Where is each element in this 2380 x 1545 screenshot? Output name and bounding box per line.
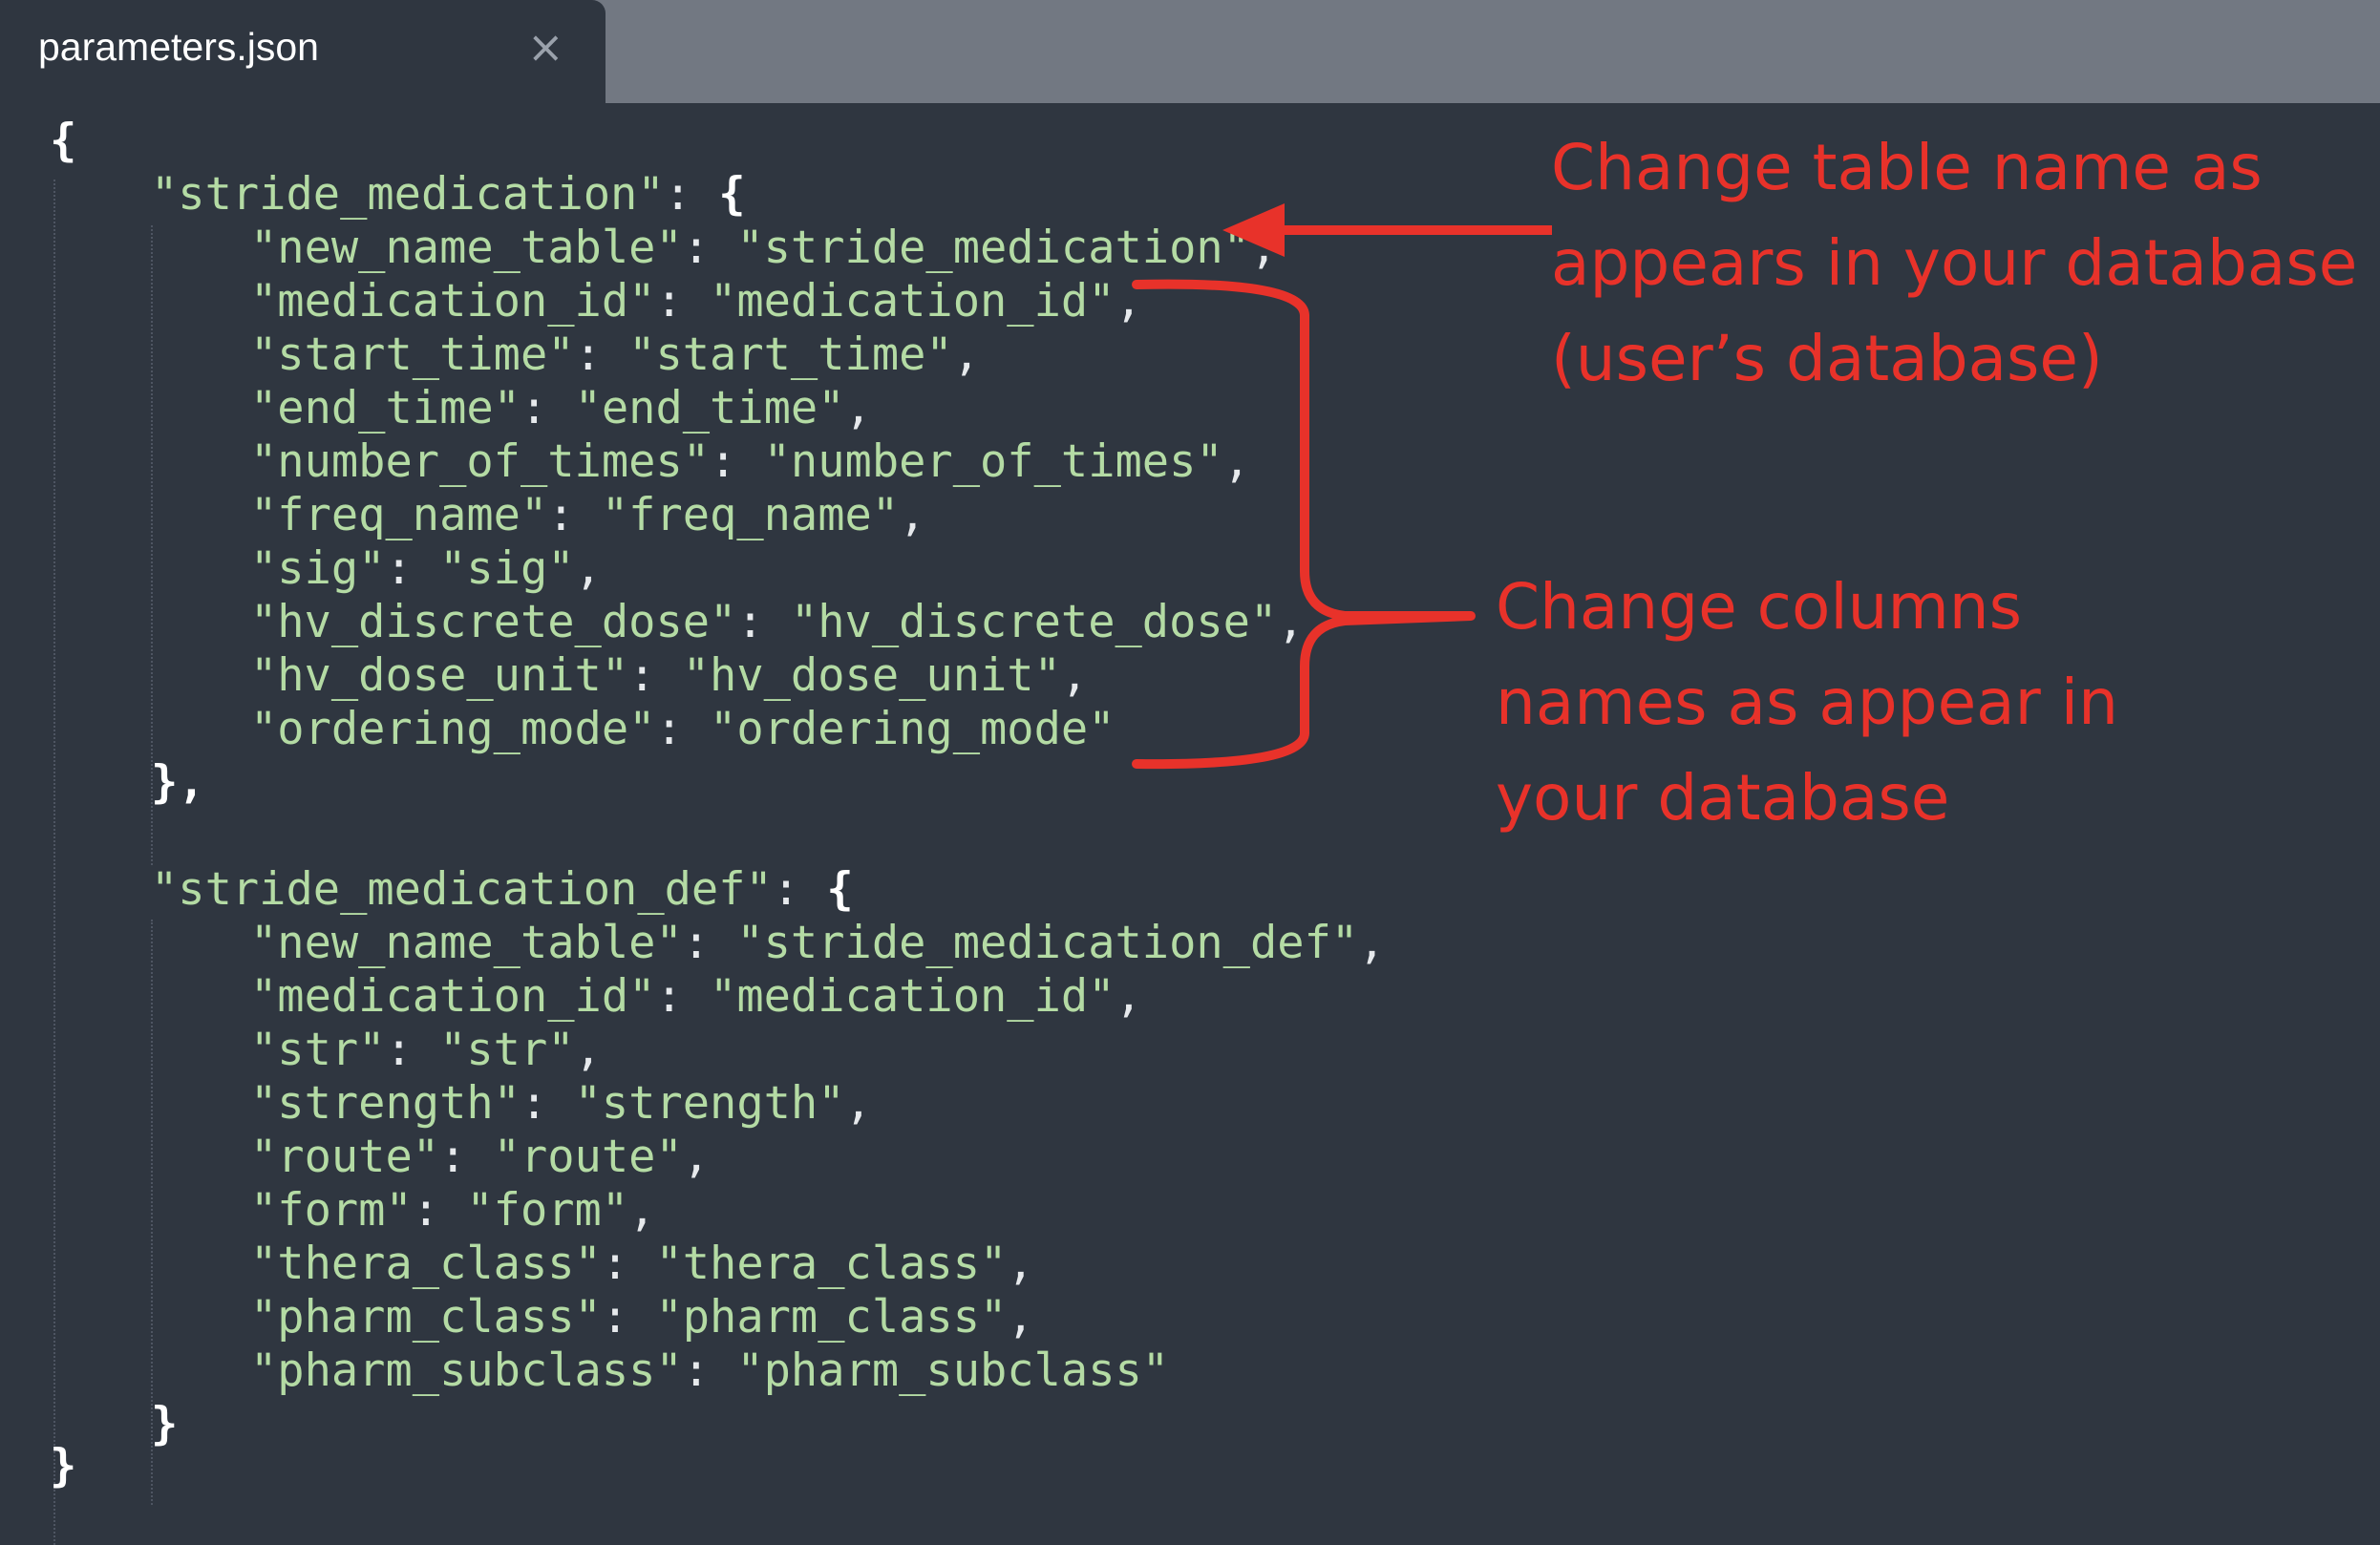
table-note-line-1: Change table name as: [1551, 131, 2263, 204]
columns-note: Change columns names as appear in your d…: [1496, 560, 2118, 846]
columns-note-line-2: names as appear in: [1496, 666, 2118, 739]
arrow-head-icon: [1222, 203, 1285, 257]
columns-note-line-1: Change columns: [1496, 570, 2023, 644]
table-note-line-3: (user’s database): [1551, 322, 2103, 395]
columns-note-line-3: your database: [1496, 761, 1950, 835]
curly-brace-icon: [1132, 279, 1476, 770]
table-note-line-2: appears in your database: [1551, 226, 2358, 300]
table-name-note: Change table name as appears in your dat…: [1551, 120, 2357, 407]
